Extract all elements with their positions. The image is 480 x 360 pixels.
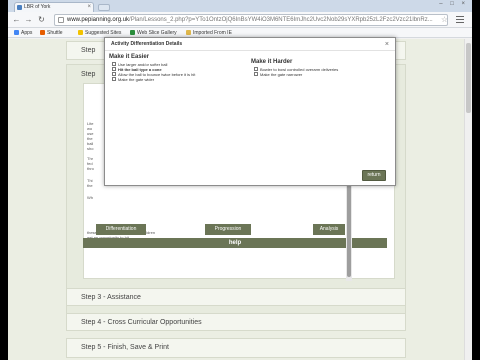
window-controls[interactable]: – □ × bbox=[439, 1, 468, 7]
bookmark-label: Shuttle bbox=[47, 30, 63, 36]
ghost-text: sho bbox=[87, 146, 94, 151]
ghost-text: Wh bbox=[87, 195, 93, 200]
step-3-label: Step 3 - Assistance bbox=[81, 294, 141, 301]
address-bar[interactable]: www.pepianning.org.uk/Plan/Lessons_2.php… bbox=[54, 14, 448, 26]
bookmark-star-icon[interactable]: ☆ bbox=[441, 15, 448, 24]
letterbox-left bbox=[0, 0, 8, 360]
tab-strip: LBR of York × – □ × bbox=[8, 0, 472, 12]
favicon-icon bbox=[17, 5, 22, 10]
page-info-icon bbox=[58, 17, 64, 23]
easier-option[interactable]: Make the gate wider bbox=[112, 77, 154, 82]
step-5-label: Step 5 - Finish, Save & Print bbox=[81, 344, 169, 351]
help-button[interactable]: help bbox=[83, 238, 387, 248]
checkbox[interactable] bbox=[112, 77, 116, 81]
bookmark-web-slice-gallery[interactable]: Web Slice Gallery bbox=[130, 29, 177, 37]
bookmark-label: Web Slice Gallery bbox=[137, 30, 177, 36]
page-scrollbar[interactable] bbox=[464, 39, 472, 360]
folder-icon bbox=[186, 30, 191, 35]
analysis-button[interactable]: Analysis bbox=[313, 224, 345, 235]
progression-button[interactable]: Progression bbox=[205, 224, 251, 235]
bookmark-shuttle[interactable]: Shuttle bbox=[40, 29, 63, 37]
apps-icon bbox=[14, 30, 19, 35]
tab-close-icon[interactable]: × bbox=[87, 3, 91, 12]
browser-window: LBR of York × – □ × ← → ↻ www.pepianning… bbox=[8, 0, 472, 360]
new-tab-button[interactable] bbox=[98, 4, 110, 11]
checkbox[interactable] bbox=[112, 62, 116, 66]
bookmark-label: Imported From IE bbox=[193, 30, 232, 36]
address-path: /Plan/Lessons_2.php?p=YTo1OntzOjQ6InBsYW… bbox=[129, 17, 433, 23]
checkbox[interactable] bbox=[254, 67, 258, 71]
suggested-sites-icon bbox=[78, 30, 83, 35]
bookmark-label: Apps bbox=[21, 30, 33, 36]
checkbox[interactable] bbox=[112, 72, 116, 76]
return-button[interactable]: return bbox=[362, 170, 386, 181]
dialog-title: Activity Differentiation Details bbox=[105, 38, 395, 51]
bookmark-suggested-sites[interactable]: Suggested Sites bbox=[78, 29, 121, 37]
step-2-label: Step bbox=[81, 71, 96, 78]
step-3-header[interactable]: Step 3 - Assistance bbox=[66, 288, 406, 306]
browser-toolbar: ← → ↻ www.pepianning.org.uk/Plan/Lessons… bbox=[8, 12, 472, 28]
bookmark-imported-from-ie[interactable]: Imported From IE bbox=[186, 29, 232, 37]
step-5-header[interactable]: Step 5 - Finish, Save & Print bbox=[66, 338, 406, 358]
letterbox-right bbox=[472, 0, 480, 360]
forward-arrow-icon[interactable]: → bbox=[24, 15, 33, 25]
tab-title: LBR of York bbox=[24, 4, 51, 10]
menu-icon[interactable] bbox=[456, 16, 464, 23]
video-frame: LBR of York × – □ × ← → ↻ www.pepianning… bbox=[0, 0, 480, 360]
step-1-label: Step bbox=[81, 47, 96, 54]
step-4-header[interactable]: Step 4 - Cross Curricular Opportunities bbox=[66, 313, 406, 331]
harder-heading: Make it Harder bbox=[251, 59, 293, 65]
bookmark-apps[interactable]: Apps bbox=[14, 29, 32, 37]
easier-heading: Make it Easier bbox=[109, 54, 150, 60]
checkbox[interactable] bbox=[254, 72, 258, 76]
option-label: Make the gate wider bbox=[118, 77, 155, 82]
back-arrow-icon[interactable]: ← bbox=[12, 15, 21, 25]
web-slice-icon bbox=[130, 30, 135, 35]
bookmark-label: Suggested Sites bbox=[85, 30, 122, 36]
checkbox[interactable] bbox=[112, 67, 116, 71]
harder-option[interactable]: Make the gate narrower bbox=[254, 72, 302, 77]
page-scrollbar-thumb[interactable] bbox=[466, 43, 471, 113]
ghost-text: thro bbox=[87, 166, 94, 171]
browser-tab[interactable]: LBR of York × bbox=[14, 2, 94, 12]
close-icon[interactable]: × bbox=[385, 40, 389, 49]
differentiation-button[interactable]: Differentiation bbox=[96, 224, 146, 235]
address-host: www.pepianning.org.uk bbox=[67, 17, 130, 23]
differentiation-dialog: Activity Differentiation Details × Make … bbox=[104, 37, 396, 186]
step-4-label: Step 4 - Cross Curricular Opportunities bbox=[81, 319, 202, 326]
ghost-text: the bbox=[87, 183, 93, 188]
shuttle-icon bbox=[40, 30, 45, 35]
reload-icon[interactable]: ↻ bbox=[37, 15, 46, 25]
option-label: Make the gate narrower bbox=[260, 72, 303, 77]
